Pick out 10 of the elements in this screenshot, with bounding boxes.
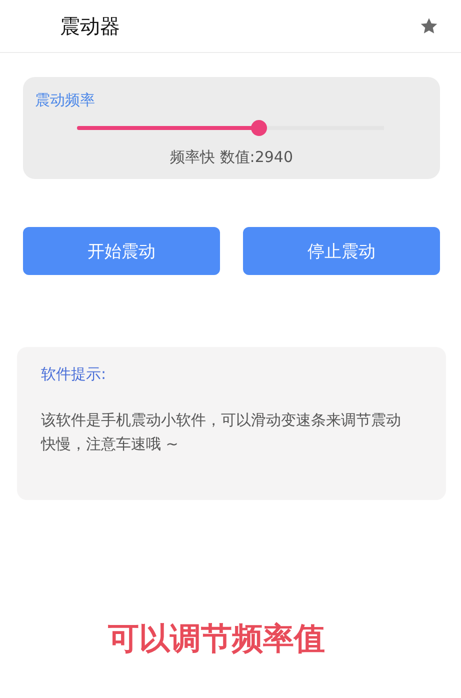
card-title: 震动频率: [35, 91, 96, 110]
caption: 可以调节频率值: [108, 620, 326, 659]
frequency-reading: 频率快 数值:2940: [169, 148, 294, 167]
app-title: 震动器: [60, 12, 120, 40]
star-icon[interactable]: [419, 16, 439, 36]
hint-title: 软件提示:: [41, 365, 108, 384]
action-button[interactable]: 停止震动: [243, 227, 440, 275]
hint-text: 该软件是手机震动小软件，可以滑动变速条来调节震动快慢，注意车速哦 ~: [41, 410, 402, 455]
action-button[interactable]: 开始震动: [23, 227, 220, 275]
slider-thumb[interactable]: [251, 120, 268, 136]
